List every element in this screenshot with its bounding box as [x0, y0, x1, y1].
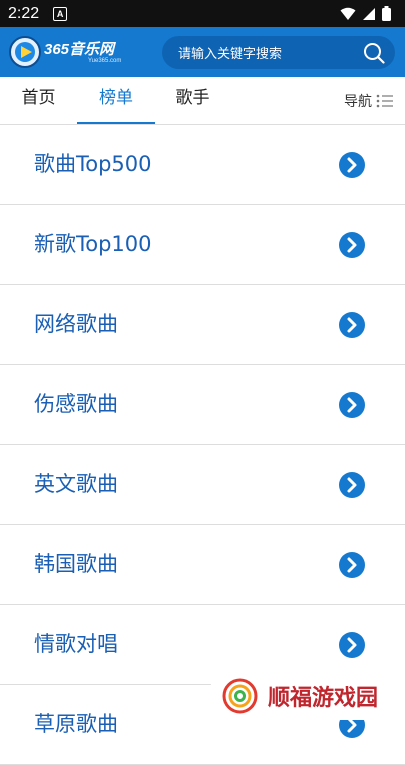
search-input[interactable]: 请输入关键字搜索: [178, 43, 363, 62]
chart-list-item[interactable]: 伤感歌曲: [0, 365, 405, 445]
active-tab-indicator: [77, 122, 155, 124]
signal-icon: [363, 7, 375, 20]
wifi-icon: [340, 7, 356, 20]
chart-list-item[interactable]: 网络歌曲: [0, 285, 405, 365]
chevron-right-icon: [339, 392, 365, 418]
status-time: 2:22: [8, 4, 40, 22]
site-logo[interactable]: 365音乐网 Yue365.com: [0, 27, 150, 77]
logo-text: 365音乐网: [44, 41, 115, 58]
status-bar: 2:22 A: [0, 0, 405, 27]
chart-list-item-label: 韩国歌曲: [34, 552, 118, 576]
chart-list-item[interactable]: 新歌Top100: [0, 205, 405, 285]
chart-list-item-label: 新歌Top100: [34, 232, 152, 256]
tab-bar: 首页 榜单 歌手 导航: [0, 77, 405, 125]
tab-charts[interactable]: 榜单: [77, 77, 155, 124]
watermark-text: 顺福游戏园: [268, 686, 379, 711]
chart-list: 歌曲Top500 新歌Top100 网络歌曲 伤感歌曲 英文歌曲 韩国歌曲 情歌…: [0, 125, 405, 765]
chart-list-item-label: 情歌对唱: [34, 632, 118, 656]
music-logo-icon: [9, 36, 41, 68]
chart-list-item-label: 英文歌曲: [34, 472, 118, 496]
battery-icon: [382, 6, 391, 21]
tab-label: 歌手: [175, 88, 210, 108]
watermark-logo-icon: [222, 678, 258, 714]
tab-singers[interactable]: 歌手: [155, 77, 230, 124]
tab-label: 榜单: [99, 88, 133, 108]
chart-list-item-label: 伤感歌曲: [34, 392, 118, 416]
chart-list-item-label: 网络歌曲: [34, 312, 118, 336]
logo-subtext: Yue365.com: [88, 58, 122, 64]
chevron-right-icon: [339, 232, 365, 258]
chevron-right-icon: [339, 152, 365, 178]
chart-list-item-label: 草原歌曲: [34, 712, 118, 736]
chevron-right-icon: [339, 472, 365, 498]
chevron-right-icon: [339, 632, 365, 658]
chart-list-item-label: 歌曲Top500: [34, 152, 152, 176]
tab-home[interactable]: 首页: [0, 77, 77, 124]
chart-list-item[interactable]: 韩国歌曲: [0, 525, 405, 605]
chart-list-item[interactable]: 英文歌曲: [0, 445, 405, 525]
watermark: 顺福游戏园: [208, 672, 405, 720]
chevron-right-icon: [339, 312, 365, 338]
app-header: 365音乐网 Yue365.com 请输入关键字搜索: [0, 27, 405, 77]
nav-label: 导航: [344, 93, 372, 110]
search-icon[interactable]: [363, 42, 385, 64]
search-box[interactable]: 请输入关键字搜索: [162, 36, 395, 69]
notification-icon: A: [53, 6, 68, 21]
chevron-right-icon: [339, 552, 365, 578]
list-menu-icon: [376, 94, 393, 107]
chart-list-item[interactable]: 歌曲Top500: [0, 125, 405, 205]
nav-menu-button[interactable]: 导航: [344, 77, 394, 124]
tab-label: 首页: [21, 88, 56, 108]
